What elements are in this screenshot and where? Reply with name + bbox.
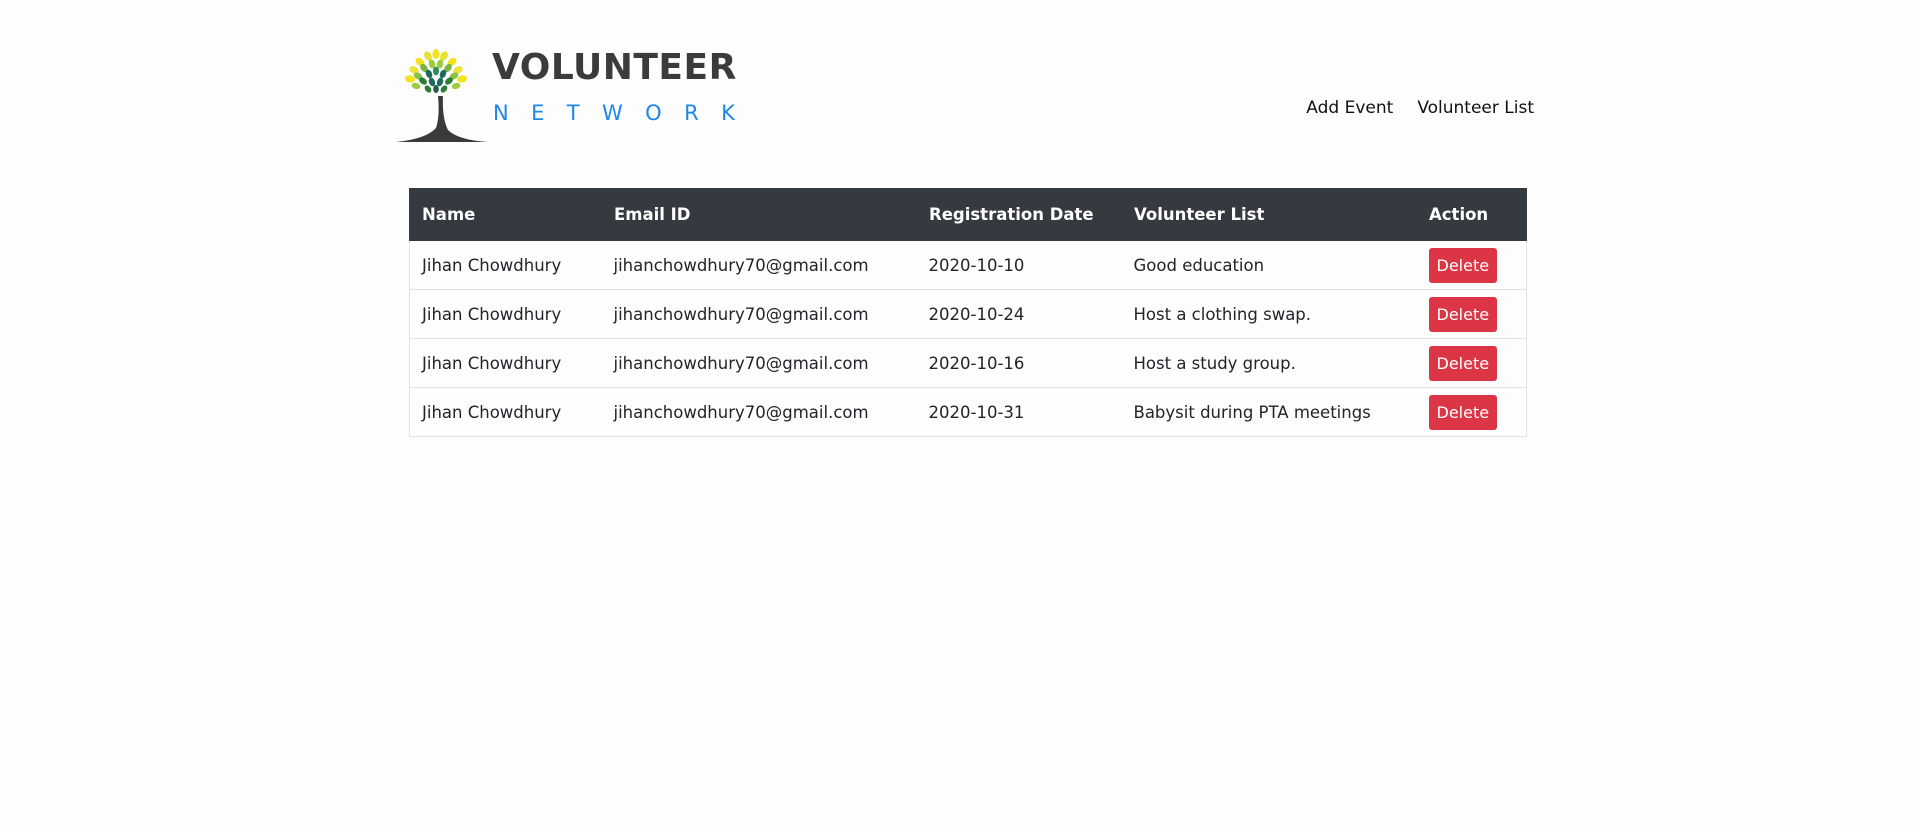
cell-date: 2020-10-10 bbox=[916, 240, 1122, 290]
nav-add-event-link[interactable]: Add Event bbox=[1306, 98, 1393, 118]
volunteer-network-logo[interactable]: VOLUNTEER NETWORK bbox=[396, 46, 736, 146]
cell-action: Delete bbox=[1416, 289, 1527, 339]
table-row: Jihan Chowdhury jihanchowdhury70@gmail.c… bbox=[409, 240, 1527, 290]
cell-volunteer-list: Host a clothing swap. bbox=[1121, 289, 1417, 339]
header-email: Email ID bbox=[601, 188, 917, 241]
cell-name: Jihan Chowdhury bbox=[409, 387, 602, 437]
header-action: Action bbox=[1416, 188, 1527, 241]
delete-button[interactable]: Delete bbox=[1428, 345, 1498, 381]
cell-email: jihanchowdhury70@gmail.com bbox=[601, 387, 917, 437]
delete-button[interactable]: Delete bbox=[1428, 247, 1498, 283]
header-name: Name bbox=[409, 188, 602, 241]
cell-action: Delete bbox=[1416, 240, 1527, 290]
cell-name: Jihan Chowdhury bbox=[409, 240, 602, 290]
cell-volunteer-list: Babysit during PTA meetings bbox=[1121, 387, 1417, 437]
delete-button[interactable]: Delete bbox=[1428, 296, 1498, 332]
cell-action: Delete bbox=[1416, 387, 1527, 437]
cell-date: 2020-10-24 bbox=[916, 289, 1122, 339]
tree-logo-icon bbox=[396, 49, 488, 142]
table-row: Jihan Chowdhury jihanchowdhury70@gmail.c… bbox=[409, 338, 1527, 388]
top-nav: Add Event Volunteer List bbox=[1306, 98, 1534, 118]
cell-email: jihanchowdhury70@gmail.com bbox=[601, 240, 917, 290]
header-registration-date: Registration Date bbox=[916, 188, 1122, 241]
table-header-row: Name Email ID Registration Date Voluntee… bbox=[409, 188, 1527, 241]
table-body: Jihan Chowdhury jihanchowdhury70@gmail.c… bbox=[409, 240, 1527, 437]
table-row: Jihan Chowdhury jihanchowdhury70@gmail.c… bbox=[409, 289, 1527, 339]
logo-word-network: NETWORK bbox=[493, 101, 758, 125]
volunteer-table-wrapper: Name Email ID Registration Date Voluntee… bbox=[409, 188, 1527, 437]
table-header: Name Email ID Registration Date Voluntee… bbox=[409, 188, 1527, 241]
delete-button[interactable]: Delete bbox=[1428, 394, 1498, 430]
header: VOLUNTEER NETWORK Add Event Volunteer Li… bbox=[396, 0, 1534, 180]
cell-volunteer-list: Good education bbox=[1121, 240, 1417, 290]
table-row: Jihan Chowdhury jihanchowdhury70@gmail.c… bbox=[409, 387, 1527, 437]
page-container: VOLUNTEER NETWORK Add Event Volunteer Li… bbox=[396, 0, 1534, 832]
cell-name: Jihan Chowdhury bbox=[409, 289, 602, 339]
nav-volunteer-list-link[interactable]: Volunteer List bbox=[1417, 98, 1534, 118]
cell-volunteer-list: Host a study group. bbox=[1121, 338, 1417, 388]
cell-email: jihanchowdhury70@gmail.com bbox=[601, 338, 917, 388]
cell-email: jihanchowdhury70@gmail.com bbox=[601, 289, 917, 339]
volunteer-table: Name Email ID Registration Date Voluntee… bbox=[409, 188, 1527, 437]
cell-action: Delete bbox=[1416, 338, 1527, 388]
logo-word-volunteer: VOLUNTEER bbox=[492, 47, 737, 88]
cell-date: 2020-10-31 bbox=[916, 387, 1122, 437]
header-volunteer-list: Volunteer List bbox=[1121, 188, 1417, 241]
cell-name: Jihan Chowdhury bbox=[409, 338, 602, 388]
cell-date: 2020-10-16 bbox=[916, 338, 1122, 388]
